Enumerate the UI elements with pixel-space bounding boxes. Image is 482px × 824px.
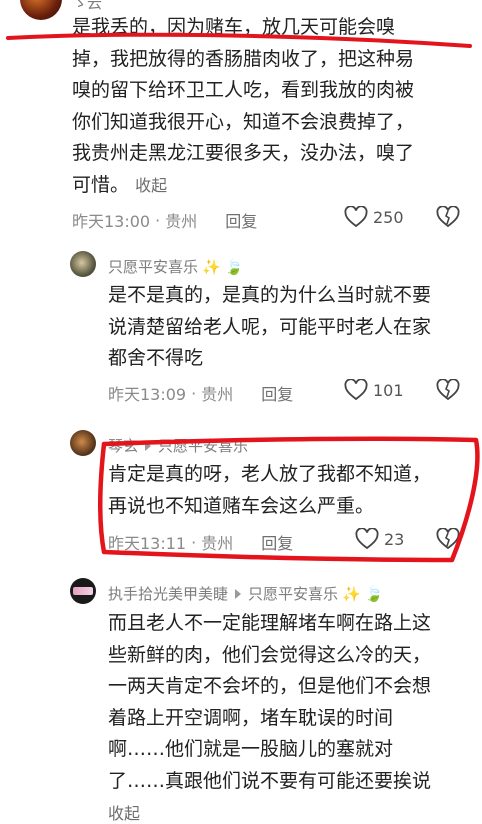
red-underline-mark [6,32,472,48]
red-box-mark [97,436,480,563]
red-annotation-layer [6,32,480,563]
